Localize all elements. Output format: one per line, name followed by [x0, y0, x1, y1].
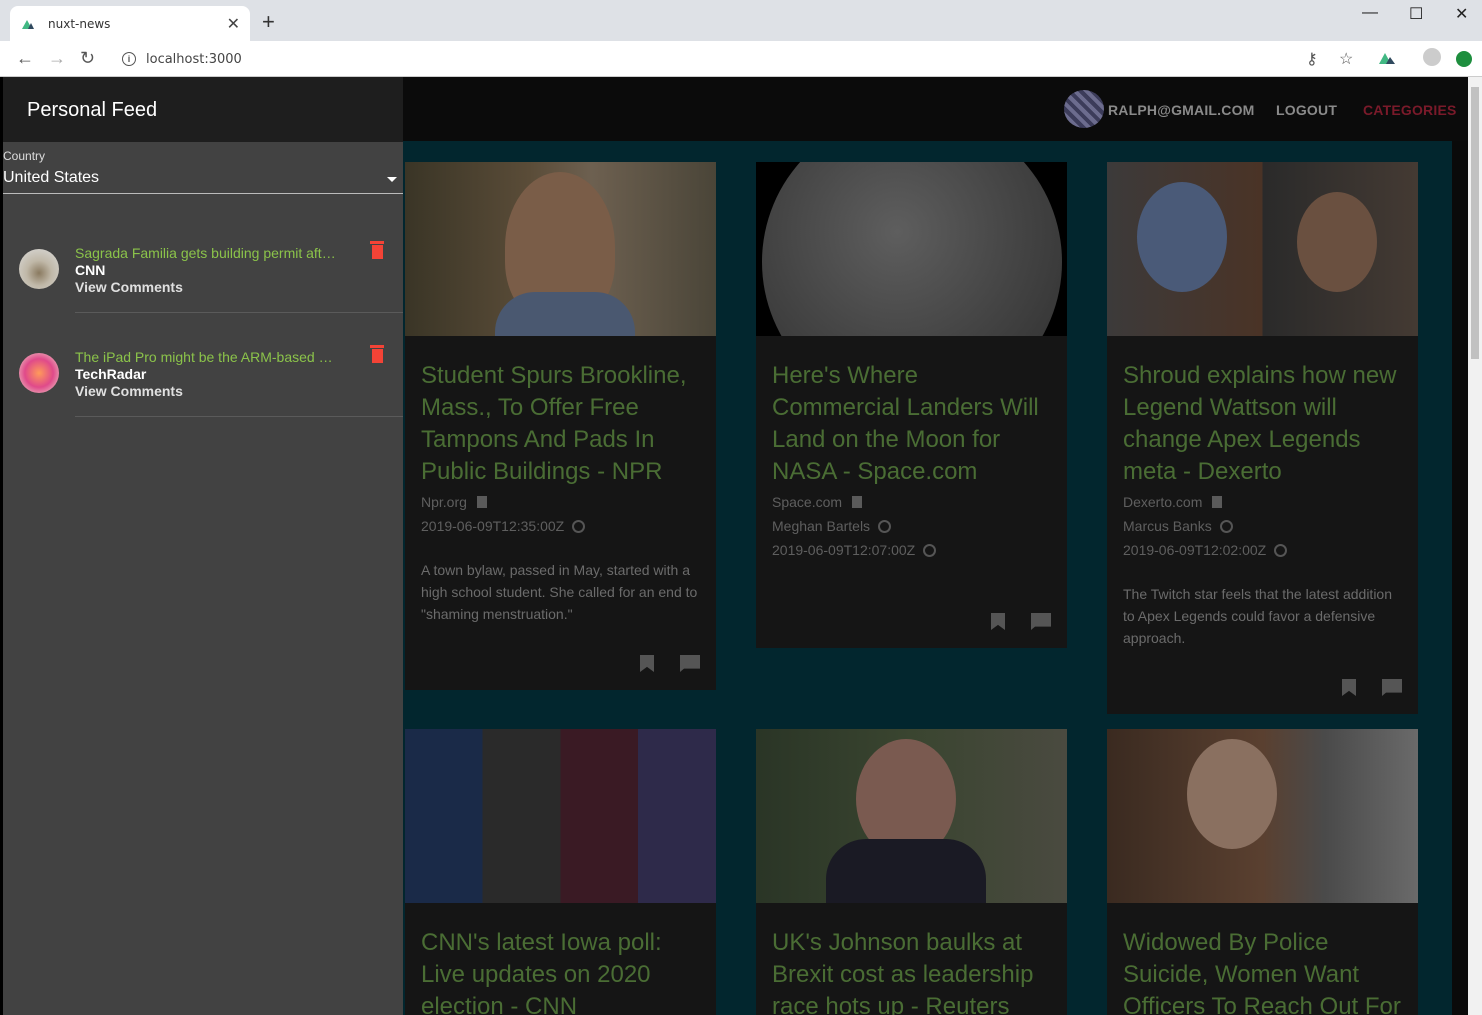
back-icon[interactable]: ←	[16, 48, 34, 69]
reload-icon[interactable]: ↻	[80, 48, 95, 69]
view-comments-link[interactable]: View Comments	[75, 279, 183, 295]
personal-feed-drawer: Personal Feed Country United States Sagr…	[3, 77, 403, 1015]
categories-button[interactable]: CATEGORIES	[1363, 102, 1457, 118]
feed-item-title[interactable]: Sagrada Familia gets building permit aft…	[75, 245, 343, 261]
key-icon[interactable]: ⚷	[1306, 49, 1318, 69]
forward-icon[interactable]: →	[48, 48, 66, 69]
card-title[interactable]: UK's Johnson baulks at Brexit cost as le…	[772, 927, 1051, 1015]
feed-item-title[interactable]: The iPad Pro might be the ARM-based MacB…	[75, 349, 343, 365]
feed-item[interactable]: The iPad Pro might be the ARM-based MacB…	[3, 313, 403, 417]
bookmark-source-icon	[852, 496, 863, 508]
feed-item-source: TechRadar	[75, 366, 147, 382]
clock-icon	[572, 519, 586, 533]
comment-icon[interactable]	[680, 655, 700, 672]
feed-avatar	[19, 249, 59, 289]
star-icon[interactable]: ☆	[1339, 49, 1353, 69]
card-image	[1107, 729, 1418, 903]
country-select[interactable]: United States	[3, 167, 403, 194]
news-card[interactable]: Widowed By Police Suicide, Women Want Of…	[1107, 729, 1418, 1015]
maximize-icon[interactable]: ☐	[1409, 4, 1423, 24]
clock-icon	[923, 543, 937, 557]
drawer-header: Personal Feed	[3, 77, 403, 142]
card-title[interactable]: CNN's latest Iowa poll: Live updates on …	[421, 927, 700, 1015]
app: RALPH@GMAIL.COM LOGOUT CATEGORIES Studen…	[3, 77, 1471, 1015]
bookmark-icon[interactable]	[640, 655, 654, 672]
card-source: Npr.org	[421, 494, 467, 510]
card-title[interactable]: Widowed By Police Suicide, Women Want Of…	[1123, 927, 1402, 1015]
card-image	[1107, 162, 1418, 336]
minimize-icon[interactable]: —	[1362, 4, 1378, 22]
nuxt-extension-icon[interactable]	[1378, 51, 1396, 65]
logout-button[interactable]: LOGOUT	[1276, 102, 1337, 118]
card-title[interactable]: Student Spurs Brookline, Mass., To Offer…	[421, 360, 700, 488]
delete-icon[interactable]	[370, 345, 384, 363]
country-value: United States	[3, 169, 100, 186]
feed-avatar	[19, 353, 59, 393]
card-date: 2019-06-09T12:07:00Z	[772, 542, 916, 558]
site-info-icon[interactable]: i	[122, 52, 136, 66]
scrollbar-thumb[interactable]	[1471, 87, 1479, 359]
divider	[75, 416, 403, 417]
update-icon[interactable]	[1456, 51, 1472, 67]
card-title[interactable]: Here's Where Commercial Landers Will Lan…	[772, 360, 1051, 488]
bookmark-icon[interactable]	[991, 613, 1005, 630]
tab-close-icon[interactable]: ✕	[227, 14, 240, 34]
news-card[interactable]: UK's Johnson baulks at Brexit cost as le…	[756, 729, 1067, 1015]
page-scrollbar[interactable]	[1468, 77, 1482, 1015]
comment-icon[interactable]	[1382, 679, 1402, 696]
news-card[interactable]: Shroud explains how new Legend Wattson w…	[1107, 162, 1418, 714]
browser-tabbar: nuxt-news ✕ + — ☐ ✕	[0, 0, 1482, 41]
news-grid: Student Spurs Brookline, Mass., To Offer…	[403, 141, 1452, 1015]
card-image	[405, 729, 716, 903]
bookmark-source-icon	[1212, 496, 1223, 508]
author-face-icon	[878, 519, 892, 533]
address-bar[interactable]: i localhost:3000	[112, 46, 1328, 72]
feed-item[interactable]: Sagrada Familia gets building permit aft…	[3, 209, 403, 313]
comment-icon[interactable]	[1031, 613, 1051, 630]
tab-title: nuxt-news	[48, 16, 111, 31]
card-description: A town bylaw, passed in May, started wit…	[421, 562, 698, 622]
close-window-icon[interactable]: ✕	[1455, 4, 1468, 24]
clock-icon	[1274, 543, 1288, 557]
delete-icon[interactable]	[370, 241, 384, 259]
user-email[interactable]: RALPH@GMAIL.COM	[1108, 102, 1255, 118]
news-card[interactable]: Here's Where Commercial Landers Will Lan…	[756, 162, 1067, 648]
card-image	[405, 162, 716, 336]
news-card[interactable]: CNN's latest Iowa poll: Live updates on …	[405, 729, 716, 1015]
user-avatar[interactable]	[1064, 90, 1104, 128]
url-text: localhost:3000	[146, 51, 242, 67]
card-description: The Twitch star feels that the latest ad…	[1123, 586, 1393, 646]
drawer-title: Personal Feed	[27, 99, 158, 121]
card-source: Space.com	[772, 494, 843, 510]
view-comments-link[interactable]: View Comments	[75, 383, 183, 399]
country-label: Country	[3, 149, 46, 163]
card-date: 2019-06-09T12:02:00Z	[1123, 542, 1267, 558]
bookmark-icon[interactable]	[1342, 679, 1356, 696]
card-author: Meghan Bartels	[772, 518, 871, 534]
news-card[interactable]: Student Spurs Brookline, Mass., To Offer…	[405, 162, 716, 690]
new-tab-button[interactable]: +	[262, 11, 275, 33]
chevron-down-icon	[387, 177, 397, 182]
card-title[interactable]: Shroud explains how new Legend Wattson w…	[1123, 360, 1402, 488]
bookmark-source-icon	[476, 496, 487, 508]
card-image	[756, 729, 1067, 903]
card-image	[756, 162, 1067, 336]
nuxt-logo-icon	[22, 19, 34, 29]
card-date: 2019-06-09T12:35:00Z	[421, 518, 565, 534]
card-author: Marcus Banks	[1123, 518, 1212, 534]
browser-tab[interactable]: nuxt-news ✕	[10, 6, 250, 41]
feed-item-source: CNN	[75, 262, 106, 278]
card-source: Dexerto.com	[1123, 494, 1203, 510]
browser-toolbar: ← → ↻ i localhost:3000	[0, 41, 1482, 77]
profile-icon[interactable]	[1423, 48, 1441, 66]
author-face-icon	[1219, 519, 1233, 533]
